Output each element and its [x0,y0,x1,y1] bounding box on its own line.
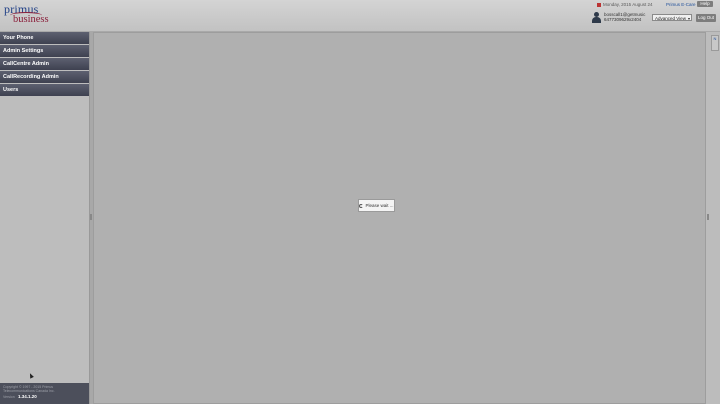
chevron-down-icon: ▾ [687,16,690,21]
copyright-line-2: Telecommunications Canada Inc. [3,389,55,393]
spinner-icon [359,203,364,208]
user-avatar-icon [591,12,602,23]
view-mode-value: Advanced View [655,16,686,21]
sidebar-item-callcentre-admin[interactable]: CallCentre Admin [0,58,89,70]
loading-message: Please wait ... [365,203,394,208]
splitter-grip-icon[interactable] [90,214,92,220]
loading-dialog: Please wait ... [358,199,395,212]
logo-secondary-text: business [13,14,49,25]
logout-button[interactable]: Log Out [696,14,716,22]
primus-business-logo[interactable]: primus business [4,2,52,28]
version-value: 1.34.1.20 [18,394,37,399]
primus-ecare-link[interactable]: Primus E-Care [666,2,696,7]
sidebar-item-callrecording-admin[interactable]: CallRecording Admin [0,71,89,83]
sidebar: Your Phone Admin Settings CallCentre Adm… [0,32,89,404]
user-number: 6477309629x2404 [604,17,642,22]
main-content-area [93,32,706,404]
sidebar-item-admin-settings[interactable]: Admin Settings [0,45,89,57]
calendar-icon [597,2,601,7]
view-mode-select[interactable]: Advanced View ▾ [652,14,692,21]
right-rail: N [706,32,720,404]
version-label: Version [3,395,15,399]
sidebar-footer: Copyright © 1997 - 2015 Primus Telecommu… [0,383,89,404]
right-rail-tab[interactable]: N [711,35,719,51]
sidebar-item-users[interactable]: Users [0,84,89,96]
date-display: Monday, 2015 August 24 [597,2,652,7]
help-button[interactable]: Help [697,1,713,7]
right-splitter-grip-icon[interactable] [707,214,709,220]
sidebar-item-your-phone[interactable]: Your Phone [0,32,89,44]
date-text: Monday, 2015 August 24 [603,2,653,7]
top-header: primus business Monday, 2015 August 24 P… [0,0,720,32]
